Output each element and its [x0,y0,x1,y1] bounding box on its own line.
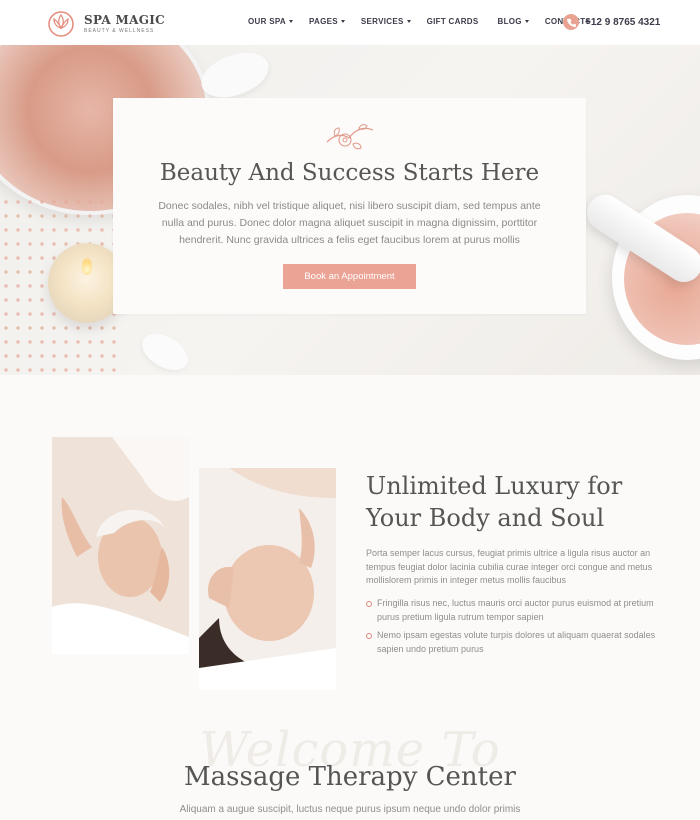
caret-down-icon [406,20,411,23]
nav-item-services[interactable]: SERVICES [361,17,411,26]
list-item: Nemo ipsam egestas volute turpis dolores… [366,629,656,656]
caret-down-icon [288,20,293,23]
site-header: SPA MAGIC BEAUTY & WELLNESS OUR SPA PAGE… [0,0,700,45]
nav-label: PAGES [308,17,338,26]
floral-ornament-icon [326,124,374,150]
phone-link[interactable]: +12 9 8765 4321 [563,14,660,30]
circle-bullet-icon [366,633,372,639]
hero-section: Beauty And Success Starts Here Donec sod… [0,45,700,375]
petal-image [135,326,195,375]
caret-down-icon [340,20,345,23]
hero-card: Beauty And Success Starts Here Donec sod… [113,98,586,314]
nav-item-gift-cards[interactable]: GIFT CARDS [427,17,479,26]
brand-tagline: BEAUTY & WELLNESS [84,27,155,34]
luxury-title: Unlimited Luxury for Your Body and Soul [366,472,623,532]
head-massage-photo [199,468,336,690]
nav-item-our-spa[interactable]: OUR SPA [248,17,293,26]
brand-name: SPA MAGIC [84,12,166,27]
list-item-text: Nemo ipsam egestas volute turpis dolores… [377,630,656,654]
nav-item-blog[interactable]: BLOG [498,17,529,26]
nav-label: SERVICES [360,17,404,26]
nav-label: BLOG [497,17,522,26]
nav-label: GIFT CARDS [426,17,479,26]
main-nav: OUR SPA PAGES SERVICES GIFT CARDS BLOG C… [248,17,607,26]
nav-item-pages[interactable]: PAGES [309,17,345,26]
caret-down-icon [524,20,529,23]
circle-bullet-icon [366,601,372,607]
massage-title: Massage Therapy Center [184,762,516,792]
phone-number: +12 9 8765 4321 [585,16,661,28]
book-appointment-button[interactable]: Book an Appointment [283,264,416,289]
list-item: Fringilla risus nec, luctus mauris orci … [366,597,656,624]
lotus-icon [48,11,74,37]
massage-subtitle: Aliquam a augue suscipit, luctus neque p… [179,804,521,815]
hero-text: Donec sodales, nibh vel tristique alique… [158,200,541,246]
phone-icon [563,14,579,30]
facial-massage-photo [52,437,189,654]
candle-flame [82,257,92,275]
list-item-text: Fringilla risus nec, luctus mauris orci … [377,598,654,622]
luxury-text: Porta semper lacus cursus, feugiat primi… [366,548,653,585]
logo[interactable]: SPA MAGIC BEAUTY & WELLNESS [46,9,165,37]
hero-title: Beauty And Success Starts Here [159,160,540,186]
luxury-list: Fringilla risus nec, luctus mauris orci … [366,597,656,661]
nav-label: OUR SPA [248,17,286,26]
